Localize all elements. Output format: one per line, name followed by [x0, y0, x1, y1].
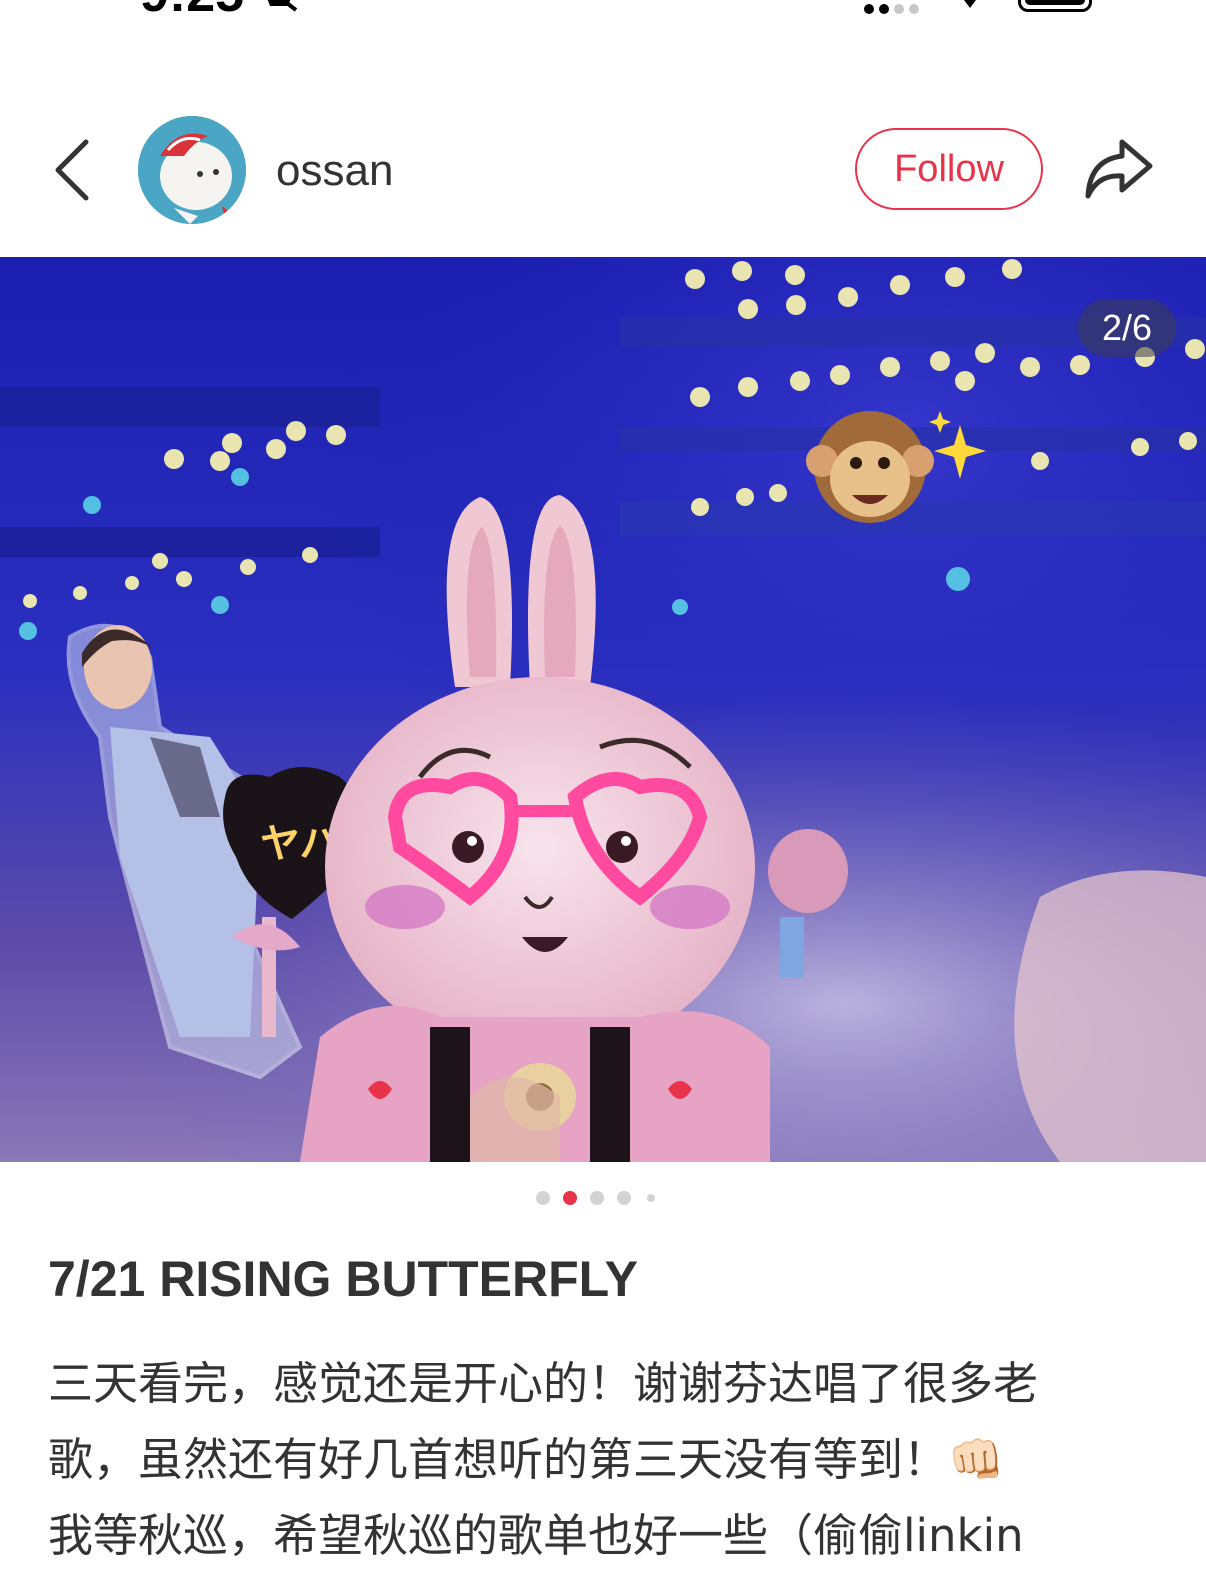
carousel-dots[interactable] [0, 1191, 1206, 1207]
carousel-dot-active[interactable] [563, 1191, 577, 1205]
post-body: 三天看完，感觉还是开心的！谢谢芬达唱了很多老 歌，虽然还有好几首想听的第三天没有… [48, 1346, 1158, 1574]
battery-icon [1018, 0, 1092, 12]
concert-photo: ヤハ [0, 257, 1206, 1162]
post-title: 7/21 RISING BUTTERFLY [48, 1251, 638, 1307]
carousel-dot[interactable] [590, 1191, 604, 1205]
post-body-line: 我等秋巡，希望秋巡的歌单也好一些（偷偷linkin [48, 1509, 1024, 1562]
status-time: 9:25 [140, 0, 244, 24]
avatar[interactable] [138, 116, 246, 224]
post-photo[interactable]: ヤハ 2/6 [0, 257, 1206, 1162]
status-bar: 9:25 [0, 0, 1206, 30]
signal-icon [864, 4, 919, 16]
wifi-icon [964, 0, 976, 8]
back-arrow-icon[interactable] [52, 138, 92, 202]
post-body-line: 歌，虽然还有好几首想听的第三天没有等到！👊🏻 [48, 1433, 1005, 1486]
post-header: ossan Follow [0, 110, 1206, 230]
post-body-line: 三天看完，感觉还是开心的！谢谢芬达唱了很多老 [48, 1357, 1039, 1410]
follow-button[interactable]: Follow [855, 128, 1043, 210]
carousel-dot[interactable] [647, 1194, 655, 1202]
carousel-dot[interactable] [536, 1191, 550, 1205]
carousel-dot[interactable] [617, 1191, 631, 1205]
image-counter: 2/6 [1078, 299, 1176, 357]
mute-bell-icon [267, 0, 298, 12]
share-icon[interactable] [1082, 136, 1156, 200]
username[interactable]: ossan [276, 146, 393, 196]
